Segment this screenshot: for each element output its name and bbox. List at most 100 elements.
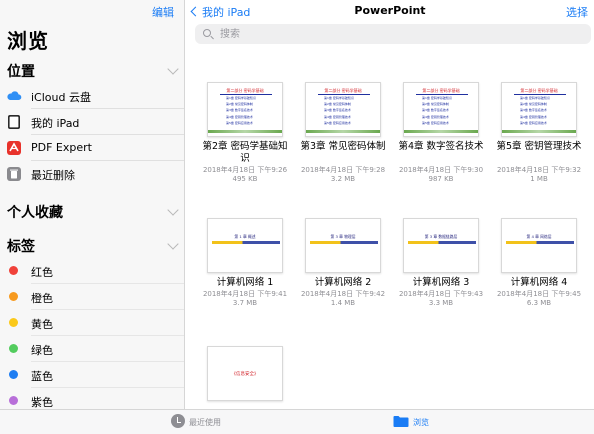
edit-button[interactable]: 编辑 — [152, 4, 174, 20]
pdf-expert-icon — [7, 141, 21, 155]
tag-color-dot-icon — [9, 318, 18, 327]
slide-band — [408, 241, 476, 244]
chevron-down-icon[interactable] — [167, 238, 179, 250]
sidebar-item-my-ipad[interactable]: 我的 iPad — [0, 109, 184, 135]
file-thumbnail[interactable]: 第二部分 密码学基础 第1章 密码学基础知识 第2章 常见密码体制 第3章 数字签名技… — [305, 82, 381, 137]
slide-line: 第3章 数字签名技术 — [324, 108, 351, 113]
file-thumbnail[interactable]: 第 4 章 网络层 — [501, 218, 577, 273]
sidebar-tag-purple[interactable]: 紫色 — [0, 388, 184, 409]
sidebar-tag-orange[interactable]: 橙色 — [0, 284, 184, 310]
icloud-icon — [7, 91, 22, 100]
slide-line: 第5章 密码应用技术 — [324, 120, 351, 125]
trash-icon — [7, 167, 21, 181]
file-item[interactable]: 第二部分 密码学基础 第1章 密码学基础知识 第2章 常见密码体制 第3章 数字签名技… — [494, 82, 584, 183]
tags-header[interactable]: 标签 — [7, 236, 179, 256]
slide-line: 第5章 密码应用技术 — [422, 120, 449, 125]
tab-browse-label: 浏览 — [413, 418, 429, 427]
file-thumbnail[interactable]: 第 1 章 概述 — [207, 218, 283, 273]
tab-bar: 最近使用 浏览 — [0, 409, 594, 434]
tag-label: 紫色 — [31, 396, 53, 409]
slide-rule — [318, 94, 370, 95]
sidebar-tag-red[interactable]: 红色 — [0, 258, 184, 284]
slide-footer — [306, 130, 380, 133]
ipad-icon — [8, 115, 20, 129]
slide-line: 第2章 常见密码体制 — [520, 102, 547, 107]
slide-band — [506, 241, 574, 244]
tag-color-dot-icon — [9, 344, 18, 353]
chevron-down-icon[interactable] — [167, 204, 179, 216]
slide-line: 第1章 密码学基础知识 — [226, 96, 256, 100]
tag-color-dot-icon — [9, 292, 18, 301]
slide-title: 第 3 章 数据链路层 — [424, 234, 458, 239]
file-item[interactable]: 第二部分 密码学基础 第1章 密码学基础知识 第2章 常见密码体制 第3章 数字签名技… — [298, 82, 388, 183]
search-input[interactable] — [220, 26, 580, 42]
file-size: 3.7 MB — [232, 299, 258, 307]
file-name: 计算机网络 4 — [510, 277, 568, 288]
slide-line: 第4章 密钥管理技术 — [324, 114, 351, 119]
tab-browse[interactable]: 浏览 — [393, 416, 429, 428]
sidebar-tag-yellow[interactable]: 黄色 — [0, 310, 184, 336]
sidebar-item-label: iCloud 云盘 — [31, 91, 91, 104]
sidebar-title: 浏览 — [7, 29, 49, 53]
tag-label: 蓝色 — [31, 370, 53, 383]
file-size: 6.3 MB — [526, 299, 552, 307]
sidebar-item-recently-deleted[interactable]: 最近删除 — [0, 161, 184, 187]
file-thumbnail[interactable]: 第二部分 密码学基础 第1章 密码学基础知识 第2章 常见密码体制 第3章 数字签名技… — [403, 82, 479, 137]
tags-header-label: 标签 — [7, 239, 35, 255]
favorites-header[interactable]: 个人收藏 — [7, 202, 179, 222]
slide-footer — [208, 130, 282, 133]
file-thumbnail[interactable]: 《信息安全》 — [207, 346, 283, 401]
file-item[interactable]: 第二部分 密码学基础 第1章 密码学基础知识 第2章 常见密码体制 第3章 数字签名技… — [396, 82, 486, 183]
tab-recents[interactable]: 最近使用 — [171, 414, 221, 428]
file-date: 2018年4月18日 下午9:45 — [496, 290, 582, 298]
file-name: 第2章 密码学基础知识 — [202, 141, 288, 164]
sidebar-tag-blue[interactable]: 蓝色 — [0, 362, 184, 388]
file-date: 2018年4月18日 下午9:30 — [398, 166, 484, 174]
file-thumbnail[interactable]: 第 3 章 物理层 — [305, 218, 381, 273]
slide-title: 《信息安全》 — [231, 372, 259, 377]
file-size: 987 KB — [428, 175, 454, 183]
file-item[interactable]: 第 3 章 数据链路层 计算机网络 3 2018年4月18日 下午9:43 3.3 M… — [396, 218, 486, 307]
file-date: 2018年4月18日 下午9:42 — [300, 290, 386, 298]
locations-header[interactable]: 位置 — [7, 61, 179, 81]
slide-line: 第1章 密码学基础知识 — [520, 96, 550, 100]
slide-rule — [514, 94, 566, 95]
file-date: 2018年4月18日 下午9:26 — [202, 166, 288, 174]
file-thumbnail[interactable]: 第二部分 密码学基础 第1章 密码学基础知识 第2章 常见密码体制 第3章 数字签名技… — [207, 82, 283, 137]
file-item[interactable]: 第 4 章 网络层计算机网络 4 2018年4月18日 下午9:45 6.3 MB — [494, 218, 584, 307]
slide-band — [212, 241, 280, 244]
slide-line: 第5章 密码应用技术 — [520, 120, 547, 125]
file-size: 1 MB — [530, 175, 548, 183]
tag-label: 橙色 — [31, 292, 53, 305]
slide-line: 第2章 常见密码体制 — [226, 102, 253, 107]
slide-title: 第 3 章 物理层 — [330, 234, 356, 239]
file-item[interactable]: 第二部分 密码学基础 第1章 密码学基础知识 第2章 常见密码体制 第3章 数字签名技… — [200, 82, 290, 183]
file-item[interactable]: 第 1 章 概述 计算机网络 1 2018年4月18日 下午9:41 3.7 MB — [200, 218, 290, 307]
file-date: 2018年4月18日 下午9:32 — [496, 166, 582, 174]
select-button[interactable]: 选择 — [566, 4, 588, 20]
slide-line: 第4章 密钥管理技术 — [226, 114, 253, 119]
tag-label: 黄色 — [31, 318, 53, 331]
file-size: 3.2 MB — [330, 175, 356, 183]
slide-rule — [220, 94, 272, 95]
tag-color-dot-icon — [9, 396, 18, 405]
file-thumbnail[interactable]: 第 3 章 数据链路层 — [403, 218, 479, 273]
file-thumbnail[interactable]: 第二部分 密码学基础 第1章 密码学基础知识 第2章 常见密码体制 第3章 数字签名技… — [501, 82, 577, 137]
file-name: 计算机网络 3 — [412, 277, 470, 288]
locations-header-label: 位置 — [7, 64, 35, 80]
tag-color-dot-icon — [9, 266, 18, 275]
search-bar[interactable] — [195, 24, 591, 44]
slide-footer — [404, 130, 478, 133]
sidebar-tag-green[interactable]: 绿色 — [0, 336, 184, 362]
file-browser: 我的 iPad PowerPoint 选择 第二部分 密码学基础第1章 密码学基… — [186, 0, 594, 409]
slide-line: 第3章 数字签名技术 — [422, 108, 449, 113]
file-name: 计算机网络 1 — [216, 277, 274, 288]
slide-line: 第5章 密码应用技术 — [226, 120, 253, 125]
file-name: 第3章 常见密码体制 — [300, 141, 386, 152]
sidebar-item-pdf-expert[interactable]: PDF Expert — [0, 135, 184, 161]
chevron-down-icon[interactable] — [167, 63, 179, 75]
folder-icon — [393, 416, 409, 427]
sidebar-item-label: 我的 iPad — [31, 117, 80, 130]
sidebar-item-icloud[interactable]: iCloud 云盘 — [0, 83, 184, 109]
file-item[interactable]: 第 3 章 物理层 计算机网络 2 2018年4月18日 下午9:42 1.4 MB — [298, 218, 388, 307]
